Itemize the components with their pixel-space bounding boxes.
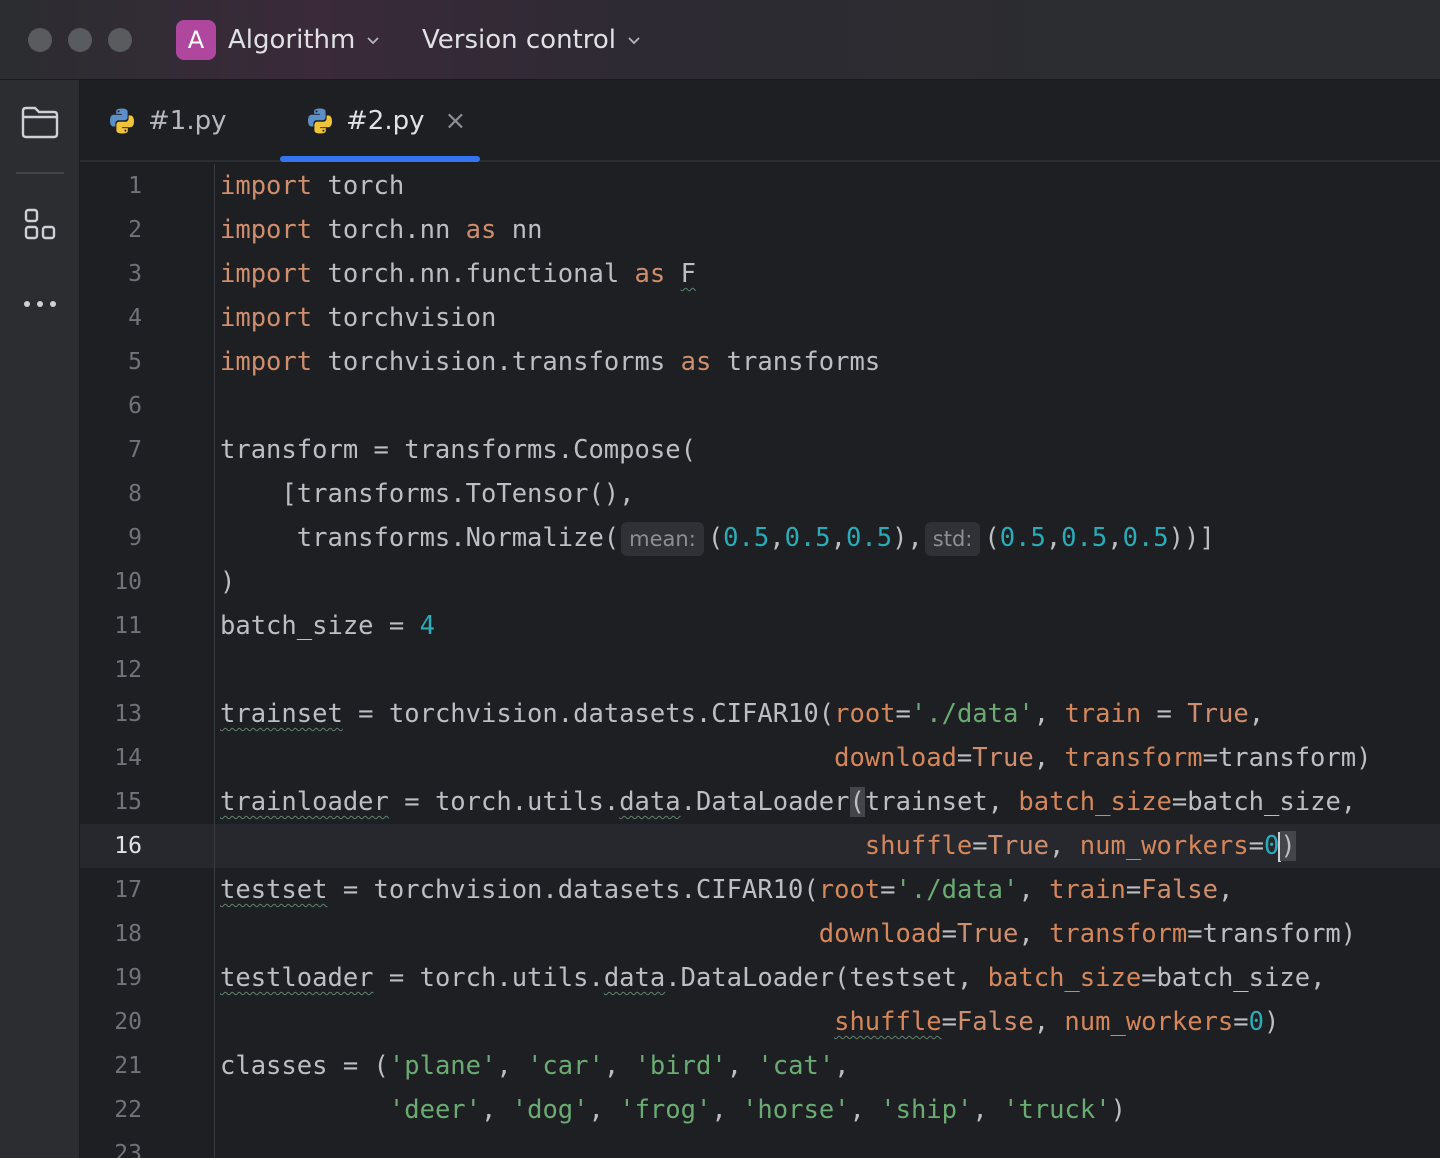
tab-label: #2.py [346,106,425,136]
code-text[interactable]: trainset = torchvision.datasets.CIFAR10(… [220,692,1264,736]
code-text[interactable]: 'deer', 'dog', 'frog', 'horse', 'ship', … [220,1088,1126,1132]
code-text[interactable]: [transforms.ToTensor(), [220,472,634,516]
line-number: 1 [128,173,142,199]
line-number: 21 [114,1053,142,1079]
project-selector[interactable]: A Algorithm [176,20,381,60]
code-text[interactable]: trainloader = torch.utils.data.DataLoade… [220,780,1356,824]
code-text[interactable]: import torch.nn as nn [220,208,542,252]
line-number: 20 [114,1009,142,1035]
line-number: 22 [114,1097,142,1123]
line-number: 7 [128,437,142,463]
code-editor[interactable]: 1 import torch 2 import torch.nn as nn 3… [80,164,1440,1158]
code-text[interactable]: import torchvision [220,296,496,340]
line-number: 14 [114,745,142,771]
code-text[interactable]: transforms.Normalize(mean: (0.5,0.5,0.5),… [220,516,1215,560]
structure-tool-button[interactable] [20,204,60,244]
code-line: 12 [80,648,1440,692]
more-icon [24,301,56,307]
code-line: 9 transforms.Normalize(mean: (0.5,0.5,0.5… [80,516,1440,560]
code-line: 16 shuffle=True, num_workers=0) [80,824,1440,868]
code-line: 20 shuffle=False, num_workers=0) [80,1000,1440,1044]
active-tab-indicator [280,156,480,162]
code-line: 4 import torchvision [80,296,1440,340]
line-number: 10 [114,569,142,595]
code-text[interactable]: shuffle=False, num_workers=0) [220,1000,1279,1044]
line-number: 13 [114,701,142,727]
tab-label: #1.py [148,106,227,136]
line-number: 6 [128,393,142,419]
parameter-hint-mean: mean: [621,522,704,556]
line-number: 5 [128,349,142,375]
line-number: 3 [128,261,142,287]
line-number: 23 [114,1141,142,1158]
line-number: 9 [128,525,142,551]
project-badge: A [176,20,216,60]
minimize-window-button[interactable] [68,28,92,52]
tab-2-py[interactable]: #2.py × [306,80,466,162]
line-number: 11 [114,613,142,639]
code-line: 23 [80,1132,1440,1158]
code-line: 18 download=True, transform=transform) [80,912,1440,956]
vcs-label: Version control [422,25,616,55]
code-line: 21 classes = ('plane', 'car', 'bird', 'c… [80,1044,1440,1088]
code-line: 7 transform = transforms.Compose( [80,428,1440,472]
version-control-selector[interactable]: Version control [422,20,642,60]
zoom-window-button[interactable] [108,28,132,52]
structure-icon [24,208,56,240]
code-text[interactable]: classes = ('plane', 'car', 'bird', 'cat'… [220,1044,850,1088]
folder-icon [21,106,59,139]
chevron-down-icon [628,37,640,45]
code-line: 14 download=True, transform=transform) [80,736,1440,780]
code-text[interactable]: testloader = torch.utils.data.DataLoader… [220,956,1325,1000]
line-number: 17 [114,877,142,903]
close-tab-icon[interactable]: × [444,106,466,136]
code-line: 5 import torchvision.transforms as trans… [80,340,1440,384]
code-text[interactable]: transform = transforms.Compose( [220,428,696,472]
code-text[interactable]: import torch [220,164,404,208]
code-line: 10 ) [80,560,1440,604]
line-number: 8 [128,481,142,507]
chevron-down-icon [367,37,379,45]
code-text[interactable]: download=True, transform=transform) [220,736,1371,780]
line-number: 15 [114,789,142,815]
more-tools-button[interactable] [20,284,60,324]
line-number: 19 [114,965,142,991]
close-window-button[interactable] [28,28,52,52]
line-number: 18 [114,921,142,947]
code-text[interactable]: shuffle=True, num_workers=0) [220,824,1296,868]
line-number: 2 [128,217,142,243]
code-line: 2 import torch.nn as nn [80,208,1440,252]
code-text[interactable]: ) [220,560,235,604]
code-text[interactable]: batch_size = 4 [220,604,435,648]
code-line: 15 trainloader = torch.utils.data.DataLo… [80,780,1440,824]
line-number: 4 [128,305,142,331]
python-icon [308,108,332,134]
code-line: 3 import torch.nn.functional as F [80,252,1440,296]
code-line: 8 [transforms.ToTensor(), [80,472,1440,516]
editor-tabs: #1.py #2.py × [80,80,1440,162]
code-text[interactable]: import torchvision.transforms as transfo… [220,340,880,384]
code-line: 19 testloader = torch.utils.data.DataLoa… [80,956,1440,1000]
title-bar: A Algorithm Version control [0,0,1440,80]
tab-1-py[interactable]: #1.py [108,80,226,162]
code-line: 11 batch_size = 4 [80,604,1440,648]
code-text[interactable]: download=True, transform=transform) [220,912,1356,956]
code-line: 6 [80,384,1440,428]
project-name: Algorithm [228,25,356,55]
code-text[interactable]: testset = torchvision.datasets.CIFAR10(r… [220,868,1233,912]
code-text[interactable]: import torch.nn.functional as F [220,252,696,296]
python-icon [110,108,134,134]
code-line: 22 'deer', 'dog', 'frog', 'horse', 'ship… [80,1088,1440,1132]
tool-window-strip [0,80,80,1158]
code-line: 17 testset = torchvision.datasets.CIFAR1… [80,868,1440,912]
parameter-hint-std: std: [924,522,981,556]
line-number: 12 [114,657,142,683]
sidebar-divider [16,172,64,174]
code-line: 1 import torch [80,164,1440,208]
code-line: 13 trainset = torchvision.datasets.CIFAR… [80,692,1440,736]
line-number: 16 [114,833,142,859]
project-tool-button[interactable] [20,102,60,142]
